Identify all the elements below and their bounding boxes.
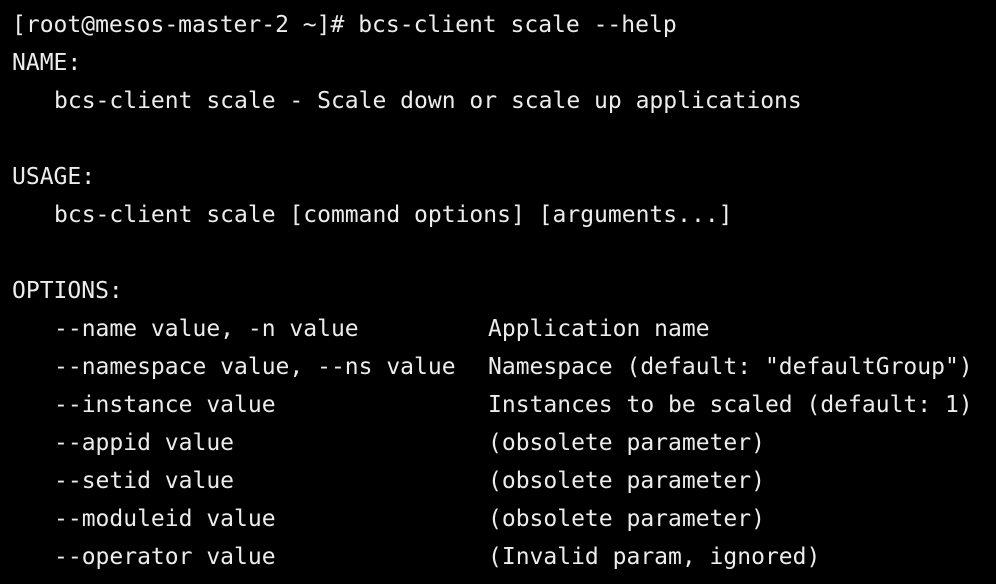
terminal-window[interactable]: [root@mesos-master-2 ~]# bcs-client scal…	[0, 0, 996, 584]
option-desc-setid: (obsolete parameter)	[488, 468, 765, 494]
option-flag-moduleid: --moduleid value	[54, 506, 276, 532]
options-header: OPTIONS:	[12, 278, 123, 304]
option-flag-name: --name value, -n value	[54, 316, 359, 342]
option-flag-namespace: --namespace value, --ns value	[54, 354, 456, 380]
command-line: [root@mesos-master-2 ~]# bcs-client scal…	[12, 6, 677, 44]
option-desc-instance: Instances to be scaled (default: 1)	[488, 392, 973, 418]
option-desc-appid: (obsolete parameter)	[488, 430, 765, 456]
option-desc-namespace: Namespace (default: "defaultGroup")	[488, 354, 973, 380]
option-flag-setid: --setid value	[54, 468, 235, 494]
usage-text: bcs-client scale [command options] [argu…	[54, 202, 733, 228]
usage-header: USAGE:	[12, 164, 96, 190]
name-header: NAME:	[12, 50, 82, 76]
option-flag-appid: --appid value	[54, 430, 235, 456]
shell-prompt: [root@mesos-master-2 ~]#	[12, 12, 359, 38]
option-desc-name: Application name	[488, 316, 710, 342]
option-desc-moduleid: (obsolete parameter)	[488, 506, 765, 532]
option-flag-operator: --operator value	[54, 544, 276, 570]
option-flag-instance: --instance value	[54, 392, 276, 418]
name-description: bcs-client scale - Scale down or scale u…	[54, 88, 802, 114]
command-text: bcs-client scale --help	[358, 12, 677, 38]
option-desc-operator: (Invalid param, ignored)	[488, 544, 821, 570]
